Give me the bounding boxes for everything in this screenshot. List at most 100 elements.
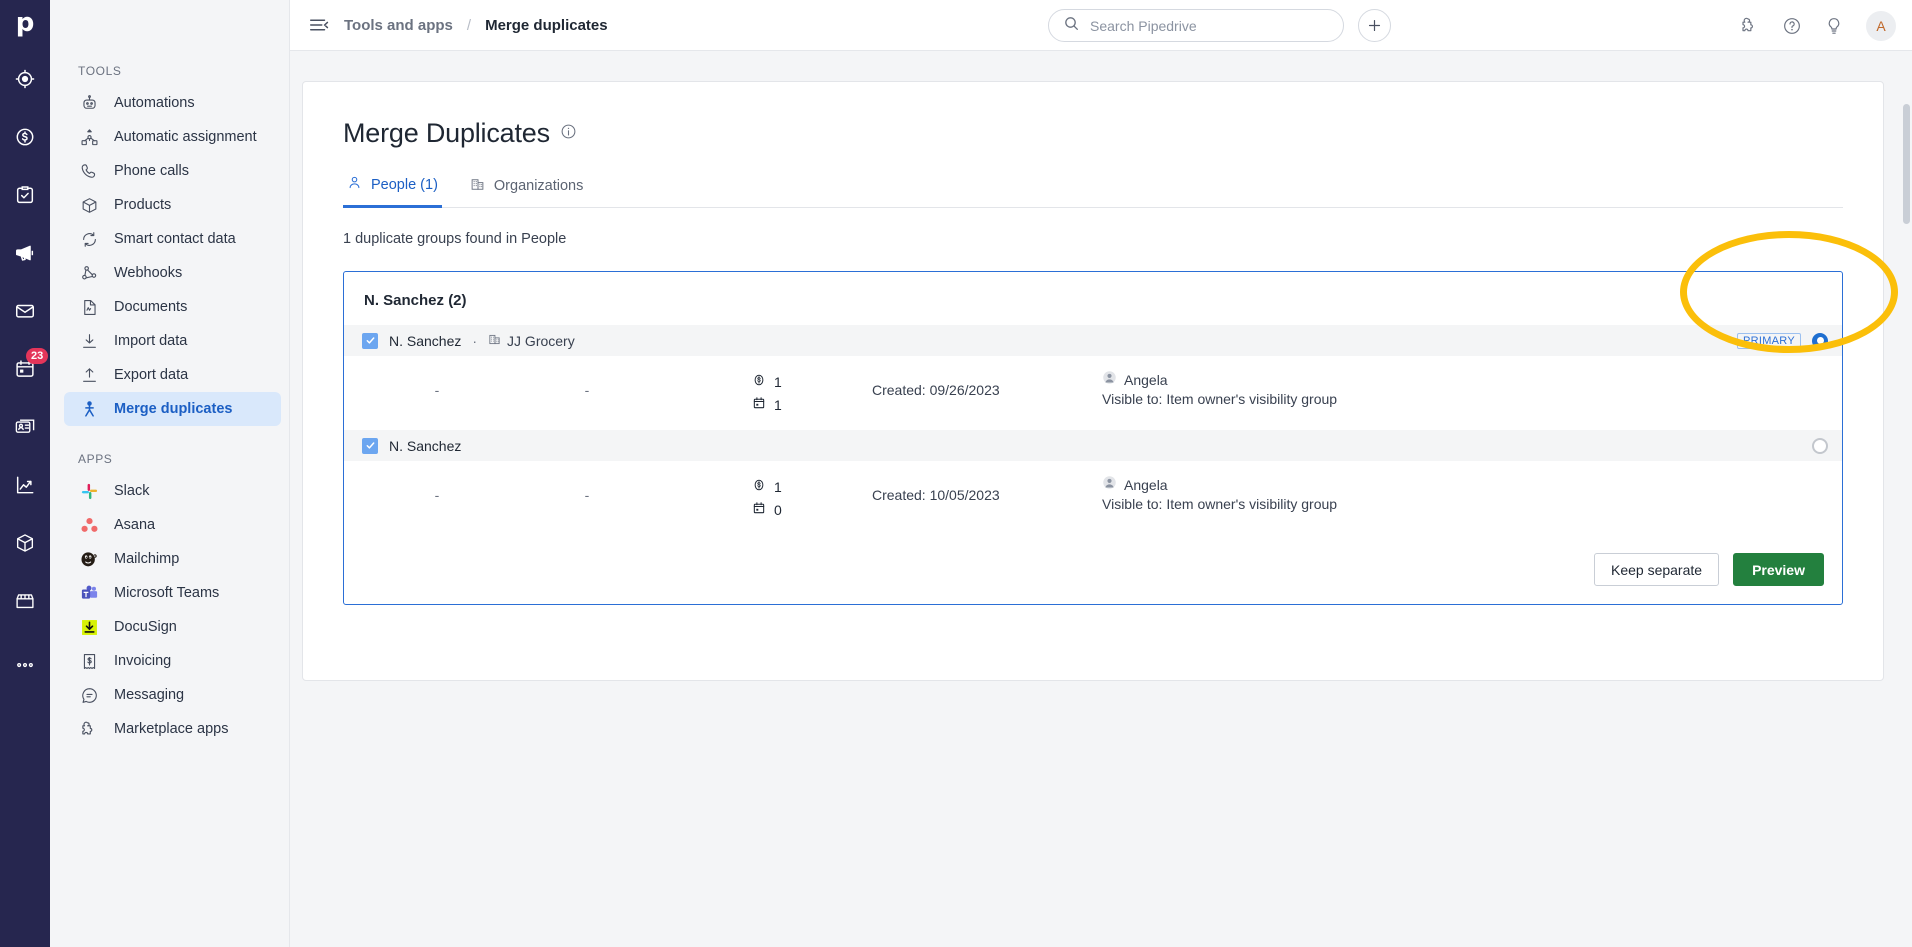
rail-item-insights[interactable]	[0, 456, 50, 514]
row-visibility: Visible to: Item owner's visibility grou…	[1102, 391, 1338, 407]
page-body: Merge Duplicates People (1) Organization…	[290, 51, 1912, 947]
sidebar-item-microsoft-teams[interactable]: Microsoft Teams	[64, 576, 281, 610]
sidebar-item-label: Messaging	[114, 687, 185, 703]
rail-item-calendar[interactable]: 23	[0, 340, 50, 398]
sidebar-item-export-data[interactable]: Export data	[64, 358, 281, 392]
apps-puzzle-icon[interactable]	[1740, 16, 1760, 36]
owner-avatar-icon	[1102, 370, 1117, 390]
row-owner-block: Angela Visible to: Item owner's visibili…	[1102, 370, 1828, 409]
organization-icon	[470, 177, 485, 196]
rail-item-mail[interactable]	[0, 282, 50, 340]
row-checkbox[interactable]	[362, 332, 378, 349]
help-icon[interactable]	[1782, 16, 1802, 36]
row-owner-block: Angela Visible to: Item owner's visibili…	[1102, 475, 1828, 514]
top-bar-actions: A	[1740, 0, 1896, 51]
tab-label: People (1)	[371, 176, 438, 193]
sidebar-item-label: Products	[114, 197, 172, 213]
docusign-icon	[78, 616, 100, 638]
sidebar-item-label: Invoicing	[114, 653, 172, 669]
contacts-icon	[14, 416, 36, 438]
row-separator: ·	[472, 332, 478, 349]
sidebar-item-slack[interactable]: Slack	[64, 474, 281, 508]
info-icon[interactable]	[560, 123, 577, 145]
deals-count: 1	[774, 478, 782, 495]
insights-icon	[14, 474, 36, 496]
sidebar-item-documents[interactable]: Documents	[64, 290, 281, 324]
breadcrumb-current: Merge duplicates	[485, 16, 608, 34]
deal-icon	[752, 373, 766, 390]
calendar-badge: 23	[26, 348, 49, 364]
breadcrumb-parent[interactable]: Tools and apps	[344, 17, 453, 34]
products-icon	[14, 532, 36, 554]
sidebar-item-merge-duplicates[interactable]: Merge duplicates	[64, 392, 281, 426]
sidebar-item-automatic-assignment[interactable]: Automatic assignment	[64, 120, 281, 154]
activity-calendar-icon	[752, 501, 766, 518]
sidebar-item-docusign[interactable]: DocuSign	[64, 610, 281, 644]
import-data-icon	[78, 330, 100, 352]
export-data-icon	[78, 364, 100, 386]
search-input[interactable]	[1090, 17, 1320, 34]
rail-item-campaigns[interactable]	[0, 224, 50, 282]
sidebar-item-import-data[interactable]: Import data	[64, 324, 281, 358]
sidebar-item-label: Automatic assignment	[114, 129, 257, 145]
whats-new-bulb-icon[interactable]	[1824, 16, 1844, 36]
duplicate-group: N. Sanchez (2) N. Sanchez · JJ Grocery P…	[343, 271, 1843, 605]
sidebar-section-tools: TOOLS	[78, 64, 122, 78]
search-box[interactable]	[1048, 9, 1344, 42]
rail-item-deals[interactable]	[0, 108, 50, 166]
add-button[interactable]	[1358, 9, 1391, 42]
sidebar-item-webhooks[interactable]: Webhooks	[64, 256, 281, 290]
row-created-date: Created: 09/26/2023	[872, 382, 1000, 398]
rail-item-more[interactable]	[0, 636, 50, 694]
rail-item-products[interactable]	[0, 514, 50, 572]
deals-count-line: 1	[752, 475, 872, 498]
sidebar-item-phone-calls[interactable]: Phone calls	[64, 154, 281, 188]
preview-button[interactable]: Preview	[1733, 553, 1824, 586]
sidebar-item-products[interactable]: Products	[64, 188, 281, 222]
sidebar-item-marketplace-apps[interactable]: Marketplace apps	[64, 712, 281, 746]
primary-radio-selected[interactable]	[1812, 332, 1828, 349]
sidebar-item-smart-contact-data[interactable]: Smart contact data	[64, 222, 281, 256]
row-person-name[interactable]: N. Sanchez	[389, 333, 461, 349]
sidebar-item-mailchimp[interactable]: Mailchimp	[64, 542, 281, 576]
primary-radio-unselected[interactable]	[1812, 437, 1828, 454]
group-actions: Keep separate Preview	[344, 535, 1842, 586]
sidebar-item-label: Microsoft Teams	[114, 585, 220, 601]
pipedrive-logo[interactable]: p	[0, 0, 50, 50]
duplicate-row-details: - - 1	[344, 461, 1842, 535]
sidebar-item-messaging[interactable]: Messaging	[64, 678, 281, 712]
row-organization[interactable]: JJ Grocery	[488, 333, 575, 349]
keep-separate-button[interactable]: Keep separate	[1593, 553, 1720, 586]
sidebar-item-label: Mailchimp	[114, 551, 180, 567]
page-scrollbar[interactable]	[1901, 102, 1912, 947]
sidebar-item-automations[interactable]: Automations	[64, 86, 281, 120]
avatar[interactable]: A	[1866, 10, 1896, 41]
rail-item-contacts[interactable]	[0, 398, 50, 456]
scrollbar-thumb[interactable]	[1903, 104, 1910, 224]
tab-organizations[interactable]: Organizations	[466, 175, 587, 208]
sidebar-item-label: Smart contact data	[114, 231, 236, 247]
rail-item-leads[interactable]	[0, 50, 50, 108]
duplicate-row-header: N. Sanchez · JJ Grocery PRIMARY	[344, 325, 1842, 356]
rail-item-activities[interactable]	[0, 166, 50, 224]
sidebar-item-label: DocuSign	[114, 619, 177, 635]
row-field-1: -	[434, 487, 440, 503]
app-root: p 23 TOOLS Automations Automatic assignm…	[0, 0, 1912, 947]
tab-people[interactable]: People (1)	[343, 175, 442, 208]
products-box-icon	[78, 194, 100, 216]
row-person-name[interactable]: N. Sanchez	[389, 438, 461, 454]
sidebar-item-invoicing[interactable]: Invoicing	[64, 644, 281, 678]
activities-count: 1	[774, 396, 782, 413]
rail-item-marketplace[interactable]	[0, 572, 50, 630]
sidebar-item-asana[interactable]: Asana	[64, 508, 281, 542]
row-owner-name: Angela	[1124, 476, 1168, 493]
more-icon	[14, 654, 36, 676]
row-organization-label: JJ Grocery	[507, 332, 575, 349]
deals-icon	[14, 126, 36, 148]
documents-icon	[78, 296, 100, 318]
row-checkbox[interactable]	[362, 437, 378, 454]
top-bar: Tools and apps / Merge duplicates Search…	[290, 0, 1912, 51]
sidebar-item-label: Phone calls	[114, 163, 189, 179]
hamburger-icon[interactable]	[308, 14, 330, 36]
row-counts: 1 1	[662, 370, 872, 416]
